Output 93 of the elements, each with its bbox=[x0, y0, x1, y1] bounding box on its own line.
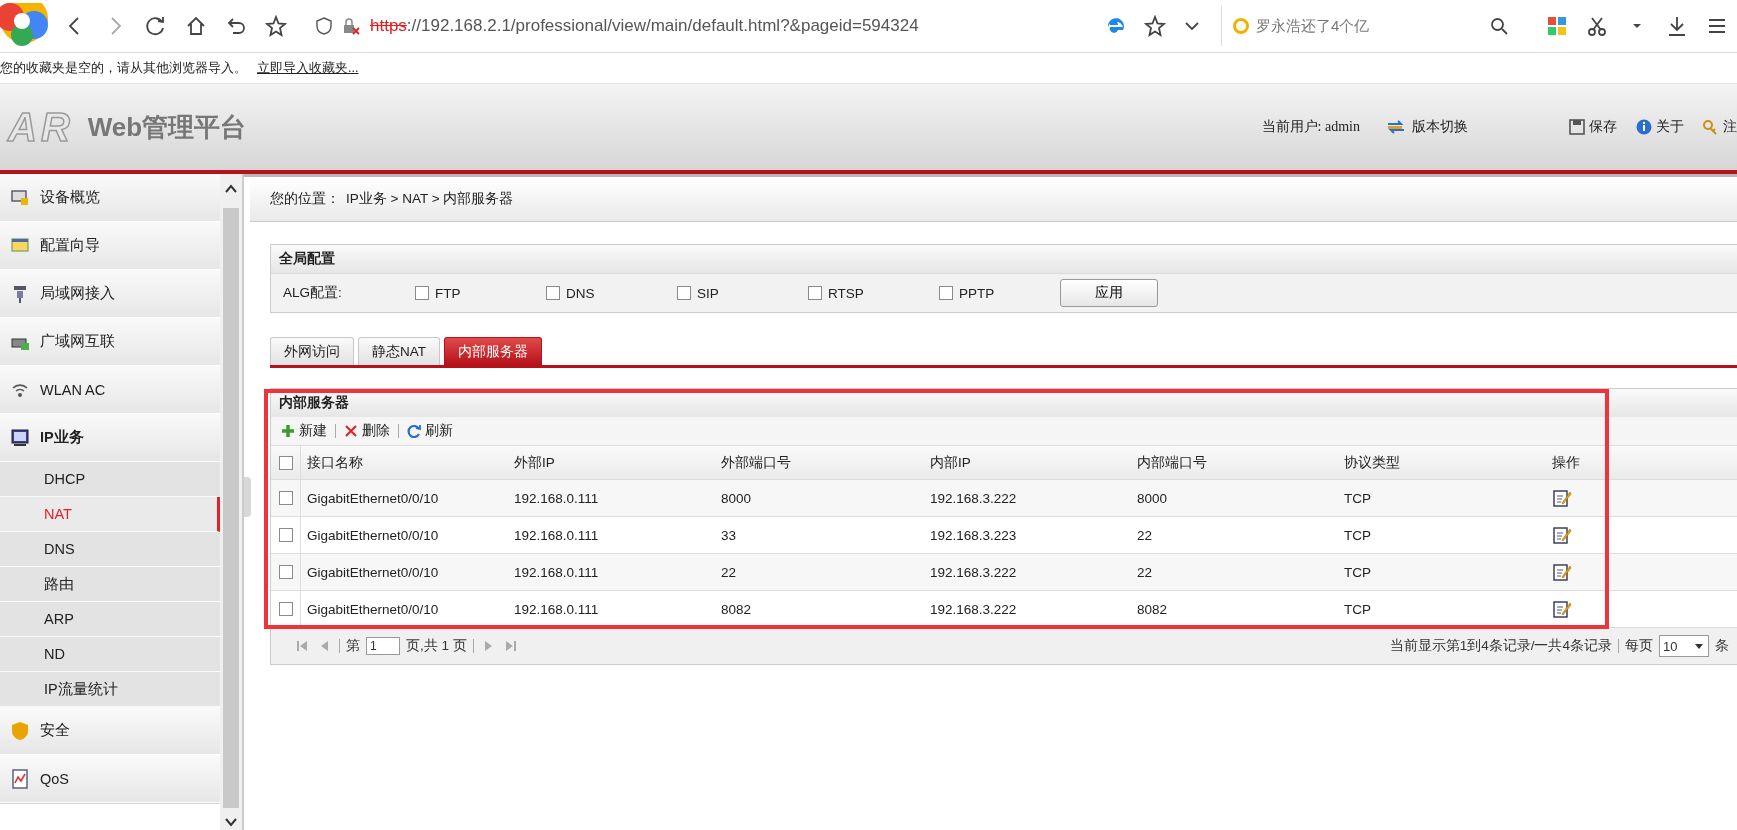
switch-button[interactable]: 版本切换 bbox=[1386, 118, 1468, 136]
edit-icon[interactable] bbox=[1552, 599, 1572, 619]
bookmarks-message: 您的收藏夹是空的，请从其他浏览器导入。 bbox=[0, 59, 247, 77]
checkbox-label: PPTP bbox=[959, 285, 995, 301]
sidebar-item[interactable]: IP业务 bbox=[0, 414, 220, 462]
apps-grid-icon[interactable] bbox=[1546, 15, 1568, 37]
checkbox-label: RTSP bbox=[828, 285, 864, 301]
url-text: https://192.168.2.1/professional/view/main/default.html?&pageid=594324 bbox=[370, 16, 919, 36]
reload-icon[interactable] bbox=[145, 15, 167, 37]
chart-document-icon bbox=[10, 768, 30, 789]
checkbox[interactable] bbox=[939, 286, 953, 300]
logout-button[interactable]: 注 bbox=[1702, 118, 1737, 136]
import-bookmarks-link[interactable]: 立即导入收藏夹... bbox=[257, 59, 359, 77]
checkbox-label: DNS bbox=[566, 285, 595, 301]
refresh-button[interactable]: 刷新 bbox=[407, 422, 453, 440]
cross-icon bbox=[344, 424, 358, 438]
download-icon[interactable] bbox=[1666, 15, 1688, 37]
shield-icon bbox=[10, 720, 30, 741]
edit-icon[interactable] bbox=[1552, 488, 1572, 508]
home-icon[interactable] bbox=[185, 15, 207, 37]
insecure-lock-icon bbox=[342, 17, 360, 35]
table-cell: GigabitEthernet0/0/10 bbox=[301, 591, 508, 628]
ip-monitor-icon bbox=[10, 427, 30, 448]
row-checkbox[interactable] bbox=[278, 602, 293, 616]
collapse-handle[interactable] bbox=[244, 477, 251, 517]
delete-button[interactable]: 删除 bbox=[344, 422, 390, 440]
table-cell: TCP bbox=[1338, 591, 1546, 628]
about-button[interactable]: 关于 bbox=[1635, 118, 1684, 136]
sidebar-item[interactable]: WLAN AC bbox=[0, 366, 220, 414]
row-checkbox[interactable] bbox=[278, 491, 293, 505]
undo-icon[interactable] bbox=[225, 15, 247, 37]
row-checkbox[interactable] bbox=[278, 528, 293, 542]
per-page-label: 每页 bbox=[1625, 637, 1653, 655]
logo: AR bbox=[8, 104, 74, 150]
search-icon bbox=[1490, 17, 1508, 35]
save-icon bbox=[1568, 118, 1586, 136]
page-count-text: 页,共 1 页 bbox=[406, 637, 467, 655]
scissors-icon[interactable] bbox=[1586, 15, 1608, 37]
favorite-star-icon[interactable] bbox=[1143, 15, 1166, 37]
plus-icon bbox=[281, 424, 295, 438]
breadcrumb-label: 您的位置： bbox=[270, 190, 340, 208]
current-user-text: 当前用户: admin bbox=[1261, 118, 1360, 136]
edit-icon[interactable] bbox=[1552, 525, 1572, 545]
select-all-checkbox[interactable] bbox=[278, 455, 293, 470]
sidebar-item[interactable]: 局域网接入 bbox=[0, 270, 220, 318]
save-button[interactable]: 保存 bbox=[1568, 118, 1617, 136]
page-input[interactable]: 1 bbox=[366, 637, 400, 655]
search-field[interactable]: 罗永浩还了4个亿 bbox=[1220, 6, 1508, 46]
alg-label: ALG配置: bbox=[283, 284, 343, 302]
sidebar-item[interactable]: 安全 bbox=[0, 707, 220, 755]
edit-icon[interactable] bbox=[1552, 562, 1572, 582]
table-cell: 192.168.3.222 bbox=[924, 591, 1131, 628]
sidebar-subitem[interactable]: DNS bbox=[0, 532, 220, 567]
table-cell: 8082 bbox=[1131, 591, 1338, 628]
info-icon bbox=[1635, 118, 1653, 136]
sidebar-subitem[interactable]: ARP bbox=[0, 602, 220, 637]
sidebar-item[interactable]: 配置向导 bbox=[0, 222, 220, 270]
section-title: 全局配置 bbox=[271, 245, 1737, 274]
refresh-icon bbox=[407, 424, 421, 438]
checkbox[interactable] bbox=[546, 286, 560, 300]
checkbox[interactable] bbox=[808, 286, 822, 300]
sidebar-subitem[interactable]: 路由 bbox=[0, 567, 220, 602]
checkbox-label: FTP bbox=[435, 285, 461, 301]
sidebar-item[interactable]: 设备概览 bbox=[0, 174, 220, 222]
sidebar-item[interactable]: 广域网互联 bbox=[0, 318, 220, 366]
apply-button[interactable]: 应用 bbox=[1060, 279, 1158, 307]
sidebar-subitem[interactable]: ND bbox=[0, 637, 220, 672]
per-page-select[interactable]: 10 bbox=[1659, 635, 1709, 657]
tab[interactable]: 外网访问 bbox=[270, 337, 354, 365]
page-label: 第 bbox=[346, 637, 360, 655]
swap-arrows-icon bbox=[1386, 118, 1404, 136]
sidebar-item[interactable]: QoS bbox=[0, 755, 220, 803]
record-summary: 当前显示第1到4条记录/一共4条记录 bbox=[1389, 637, 1612, 655]
row-checkbox[interactable] bbox=[278, 565, 293, 579]
checkbox[interactable] bbox=[415, 286, 429, 300]
table-cell: 192.168.0.111 bbox=[508, 591, 715, 628]
add-button[interactable]: 新建 bbox=[281, 422, 327, 440]
checkbox-label: SIP bbox=[697, 285, 719, 301]
sidebar-subitem[interactable]: DHCP bbox=[0, 462, 220, 497]
shield-icon bbox=[316, 17, 332, 35]
table-cell: 8082 bbox=[715, 591, 924, 628]
tab[interactable]: 静态NAT bbox=[358, 337, 440, 365]
address-field[interactable]: https://192.168.2.1/professional/view/main/default.html?&pageid=594324 bbox=[316, 6, 1095, 46]
sidebar-subitem[interactable]: NAT bbox=[0, 497, 220, 532]
app-title: Web管理平台 bbox=[87, 110, 247, 144]
checkbox[interactable] bbox=[677, 286, 691, 300]
search-engine-icon bbox=[1231, 17, 1250, 35]
per-page-unit: 条 bbox=[1715, 637, 1729, 655]
breadcrumb-path: IP业务 > NAT > 内部服务器 bbox=[346, 190, 514, 208]
scrollbar-thumb[interactable] bbox=[223, 208, 239, 808]
tab[interactable]: 内部服务器 bbox=[444, 337, 542, 365]
sidebar-subitem[interactable]: IP流量统计 bbox=[0, 672, 220, 707]
star-icon[interactable] bbox=[265, 15, 287, 37]
